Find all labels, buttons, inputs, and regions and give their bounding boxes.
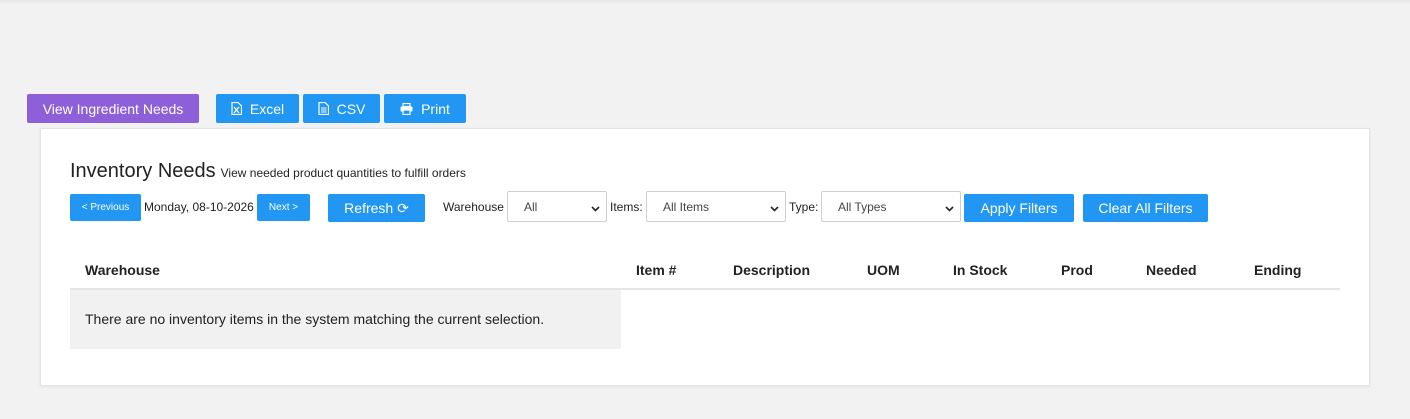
current-date: Monday, 08-10-2026 <box>144 200 254 214</box>
column-header-item-number[interactable]: Item # <box>636 262 676 278</box>
file-excel-icon <box>231 102 242 115</box>
next-day-button[interactable]: Next > <box>257 194 310 221</box>
type-filter-label: Type: <box>789 200 819 214</box>
page-header: Inventory Needs View needed product quan… <box>70 160 466 183</box>
chevron-down-icon <box>770 202 779 216</box>
chevron-down-icon <box>591 202 600 216</box>
column-header-needed[interactable]: Needed <box>1146 262 1197 278</box>
row-divider <box>621 289 1340 290</box>
chevron-down-icon <box>945 202 954 216</box>
file-text-icon <box>317 102 329 115</box>
items-select-value: All Items <box>663 199 710 214</box>
next-day-label: Next > <box>268 202 299 213</box>
refresh-button[interactable]: Refresh ⟳ <box>328 194 425 222</box>
view-ingredient-needs-label: View Ingredient Needs <box>42 100 184 117</box>
view-ingredient-needs-button[interactable]: View Ingredient Needs <box>27 94 199 123</box>
column-header-warehouse[interactable]: Warehouse <box>85 262 160 278</box>
column-header-uom[interactable]: UOM <box>867 262 900 278</box>
table-header: Warehouse Item # Description UOM In Stoc… <box>70 250 1340 290</box>
inventory-needs-panel: Inventory Needs View needed product quan… <box>40 128 1370 386</box>
items-select[interactable]: All Items <box>646 191 786 222</box>
excel-button[interactable]: Excel <box>216 94 299 123</box>
warehouse-select[interactable]: All <box>507 191 607 222</box>
warehouse-filter-label: Warehouse <box>443 200 504 214</box>
apply-filters-button[interactable]: Apply Filters <box>964 194 1074 222</box>
csv-label: CSV <box>336 100 366 117</box>
printer-icon <box>400 102 413 115</box>
clear-filters-button[interactable]: Clear All Filters <box>1083 194 1208 222</box>
empty-table-message: There are no inventory items in the syst… <box>85 311 545 327</box>
print-label: Print <box>421 100 450 117</box>
type-select[interactable]: All Types <box>821 191 961 222</box>
page-title: Inventory Needs <box>70 160 216 182</box>
csv-button[interactable]: CSV <box>303 94 380 123</box>
clear-filters-label: Clear All Filters <box>1098 200 1193 216</box>
top-bar-shadow <box>0 0 1410 4</box>
column-header-ending[interactable]: Ending <box>1254 262 1301 278</box>
column-header-prod[interactable]: Prod <box>1061 262 1093 278</box>
apply-filters-label: Apply Filters <box>980 200 1058 216</box>
previous-day-label: < Previous <box>81 202 130 213</box>
empty-table-row: There are no inventory items in the syst… <box>70 290 621 349</box>
column-header-in-stock[interactable]: In Stock <box>953 262 1007 278</box>
type-select-value: All Types <box>838 199 887 214</box>
print-button[interactable]: Print <box>384 94 466 123</box>
warehouse-select-value: All <box>524 199 538 214</box>
excel-label: Excel <box>249 100 285 117</box>
items-filter-label: Items: <box>610 200 643 214</box>
column-header-description[interactable]: Description <box>733 262 810 278</box>
refresh-label: Refresh ⟳ <box>344 199 409 216</box>
inventory-needs-table: Warehouse Item # Description UOM In Stoc… <box>70 250 1340 349</box>
page-subtitle: View needed product quantities to fulfil… <box>220 166 466 180</box>
previous-day-button[interactable]: < Previous <box>70 194 141 221</box>
filter-bar: < Previous Monday, 08-10-2026 Next > Ref… <box>70 191 1350 223</box>
